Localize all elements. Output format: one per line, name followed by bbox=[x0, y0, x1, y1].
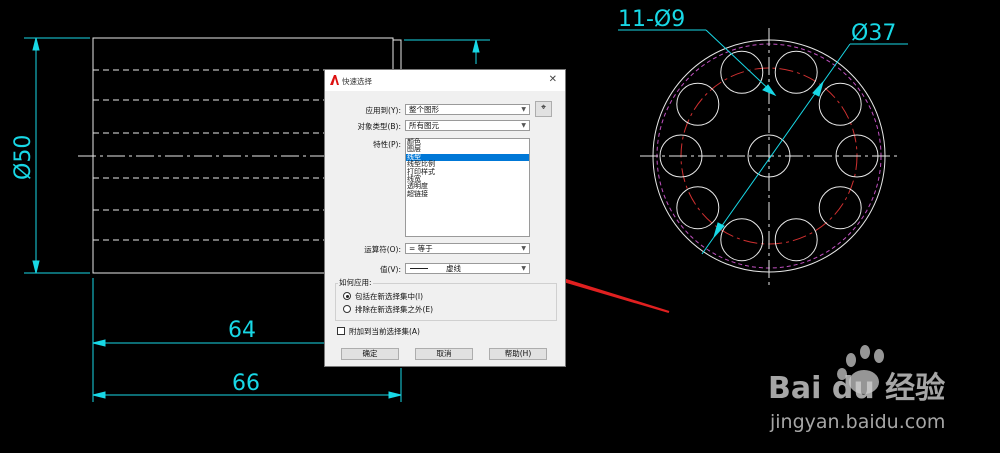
append-checkbox[interactable] bbox=[337, 327, 345, 335]
value-value: 虚线 bbox=[446, 264, 461, 273]
object-type-value: 所有图元 bbox=[409, 121, 439, 130]
cancel-button[interactable]: 取消 bbox=[415, 348, 473, 360]
chevron-down-icon: ▼ bbox=[521, 265, 526, 272]
properties-label: 特性(P): bbox=[373, 140, 401, 149]
radio-exclude[interactable] bbox=[343, 305, 351, 313]
dim-text-holes: 11-Ø9 bbox=[618, 7, 685, 32]
dimension-right-extension bbox=[404, 39, 490, 64]
bolt-hole bbox=[774, 50, 818, 94]
append-checkbox-label[interactable]: 附加到当前选择集(A) bbox=[349, 326, 420, 337]
help-button[interactable]: 帮助(H) bbox=[489, 348, 547, 360]
dialog-titlebar[interactable]: 快速选择 ✕ bbox=[325, 70, 565, 91]
how-to-apply-label: 如何应用: bbox=[338, 277, 373, 288]
radio-include-label[interactable]: 包括在新选择集中(I) bbox=[355, 291, 423, 302]
dimension-length-64 bbox=[92, 278, 326, 402]
dim-text-66: 66 bbox=[232, 371, 260, 396]
operator-value: = 等于 bbox=[409, 244, 433, 253]
how-to-apply-group bbox=[335, 283, 557, 321]
properties-list-item[interactable]: 超链接 bbox=[406, 190, 529, 198]
object-type-label: 对象类型(B): bbox=[357, 122, 401, 131]
apply-to-select[interactable]: 整个图形 ▼ bbox=[405, 104, 530, 115]
quick-select-dialog: 快速选择 ✕ 应用到(Y): 整个图形 ▼ ⌖ 对象类型(B): 所有图元 ▼ … bbox=[324, 69, 566, 367]
watermark-url: jingyan.baidu.com bbox=[769, 411, 945, 433]
ok-button[interactable]: 确定 bbox=[341, 348, 399, 360]
bolt-hole bbox=[818, 82, 862, 126]
chevron-down-icon: ▼ bbox=[521, 245, 526, 252]
autocad-app-icon bbox=[330, 75, 339, 85]
dim-text-64: 64 bbox=[228, 318, 256, 343]
chevron-down-icon: ▼ bbox=[521, 106, 526, 113]
end-view bbox=[640, 28, 900, 285]
radio-exclude-label[interactable]: 排除在新选择集之外(E) bbox=[355, 304, 433, 315]
properties-listbox[interactable]: 颜色 图层 线型 线型比例 打印样式 线宽 透明度 超链接 bbox=[405, 138, 530, 237]
bolt-hole bbox=[720, 218, 764, 262]
chevron-down-icon: ▼ bbox=[521, 122, 526, 129]
operator-label: 运算符(O): bbox=[364, 245, 401, 254]
dim-text-d50: Ø50 bbox=[11, 135, 36, 180]
dialog-title: 快速选择 bbox=[342, 77, 372, 86]
dim-text-d37: Ø37 bbox=[851, 21, 896, 46]
radio-include[interactable] bbox=[343, 292, 351, 300]
watermark-logo-text: Bai du 经验 bbox=[768, 371, 945, 406]
linetype-sample-icon bbox=[410, 268, 428, 269]
properties-list-item[interactable]: 打印样式 bbox=[406, 168, 529, 176]
apply-to-value: 整个图形 bbox=[409, 105, 439, 114]
apply-to-label: 应用到(Y): bbox=[365, 106, 401, 115]
operator-select[interactable]: = 等于 ▼ bbox=[405, 243, 530, 254]
leader-holes bbox=[618, 29, 777, 97]
properties-list-item[interactable]: 图层 bbox=[406, 145, 529, 153]
value-select[interactable]: 虚线 ▼ bbox=[405, 263, 530, 274]
properties-list-item[interactable]: 颜色 bbox=[406, 138, 529, 146]
crosshair-icon: ⌖ bbox=[540, 103, 547, 113]
object-type-select[interactable]: 所有图元 ▼ bbox=[405, 120, 530, 131]
value-label: 值(V): bbox=[379, 265, 401, 274]
close-icon[interactable]: ✕ bbox=[549, 74, 557, 85]
select-objects-button[interactable]: ⌖ bbox=[535, 101, 552, 117]
